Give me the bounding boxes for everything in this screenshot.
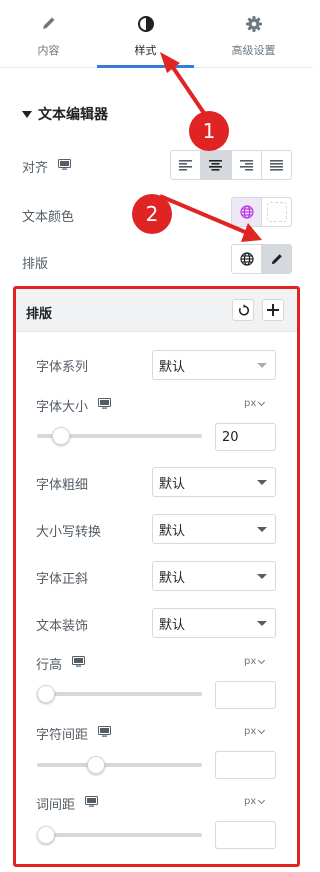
color-picker-button[interactable]	[262, 198, 291, 226]
annotation-badge-2	[132, 194, 172, 234]
align-justify-icon	[269, 159, 283, 171]
typography-controls	[231, 244, 292, 274]
caret-down-icon	[22, 110, 32, 118]
annotation-badge-1	[189, 111, 229, 151]
edit-typography-button[interactable]	[262, 245, 291, 273]
typography-label: 排版	[22, 257, 49, 272]
globe-icon	[239, 205, 254, 219]
global-typography-button[interactable]	[232, 245, 262, 273]
tab-content-label: 内容	[37, 44, 60, 57]
pencil-icon	[0, 15, 97, 35]
editor-tabs: 内容 样式 高级设置	[0, 0, 313, 68]
align-label: 对齐	[22, 161, 49, 176]
annotation-frame	[13, 286, 300, 867]
align-left-icon	[179, 159, 193, 171]
empty-swatch-icon	[266, 202, 287, 222]
globe-icon	[239, 252, 254, 266]
annotation-badge-2-number: 2	[146, 202, 159, 226]
text-color-label: 文本颜色	[22, 210, 75, 225]
annotation-badge-1-number: 1	[203, 119, 216, 143]
align-right-button[interactable]	[231, 151, 262, 179]
align-center-button[interactable]	[201, 151, 232, 179]
tab-advanced[interactable]: 高级设置	[205, 0, 302, 67]
typography-label-row: 排版	[22, 253, 48, 272]
tab-advanced-label: 高级设置	[231, 44, 276, 57]
tab-content[interactable]: 内容	[0, 0, 97, 67]
contrast-icon	[97, 15, 194, 35]
align-label-row: 对齐	[22, 157, 72, 176]
tab-style[interactable]: 样式	[97, 0, 194, 68]
align-left-button[interactable]	[171, 151, 202, 179]
global-color-button[interactable]	[232, 198, 262, 226]
desktop-icon[interactable]	[58, 159, 72, 174]
align-options	[170, 150, 292, 180]
section-title: 文本编辑器	[38, 107, 108, 123]
align-right-icon	[239, 159, 253, 171]
align-justify-button[interactable]	[261, 151, 291, 179]
text-color-controls	[231, 197, 292, 227]
tab-style-label: 样式	[134, 44, 157, 57]
section-toggle[interactable]: 文本编辑器	[22, 104, 108, 124]
align-center-icon	[209, 159, 223, 171]
active-tab-indicator	[97, 65, 194, 68]
pencil-icon	[271, 254, 282, 265]
gear-icon	[205, 15, 302, 35]
text-color-label-row: 文本颜色	[22, 206, 74, 225]
